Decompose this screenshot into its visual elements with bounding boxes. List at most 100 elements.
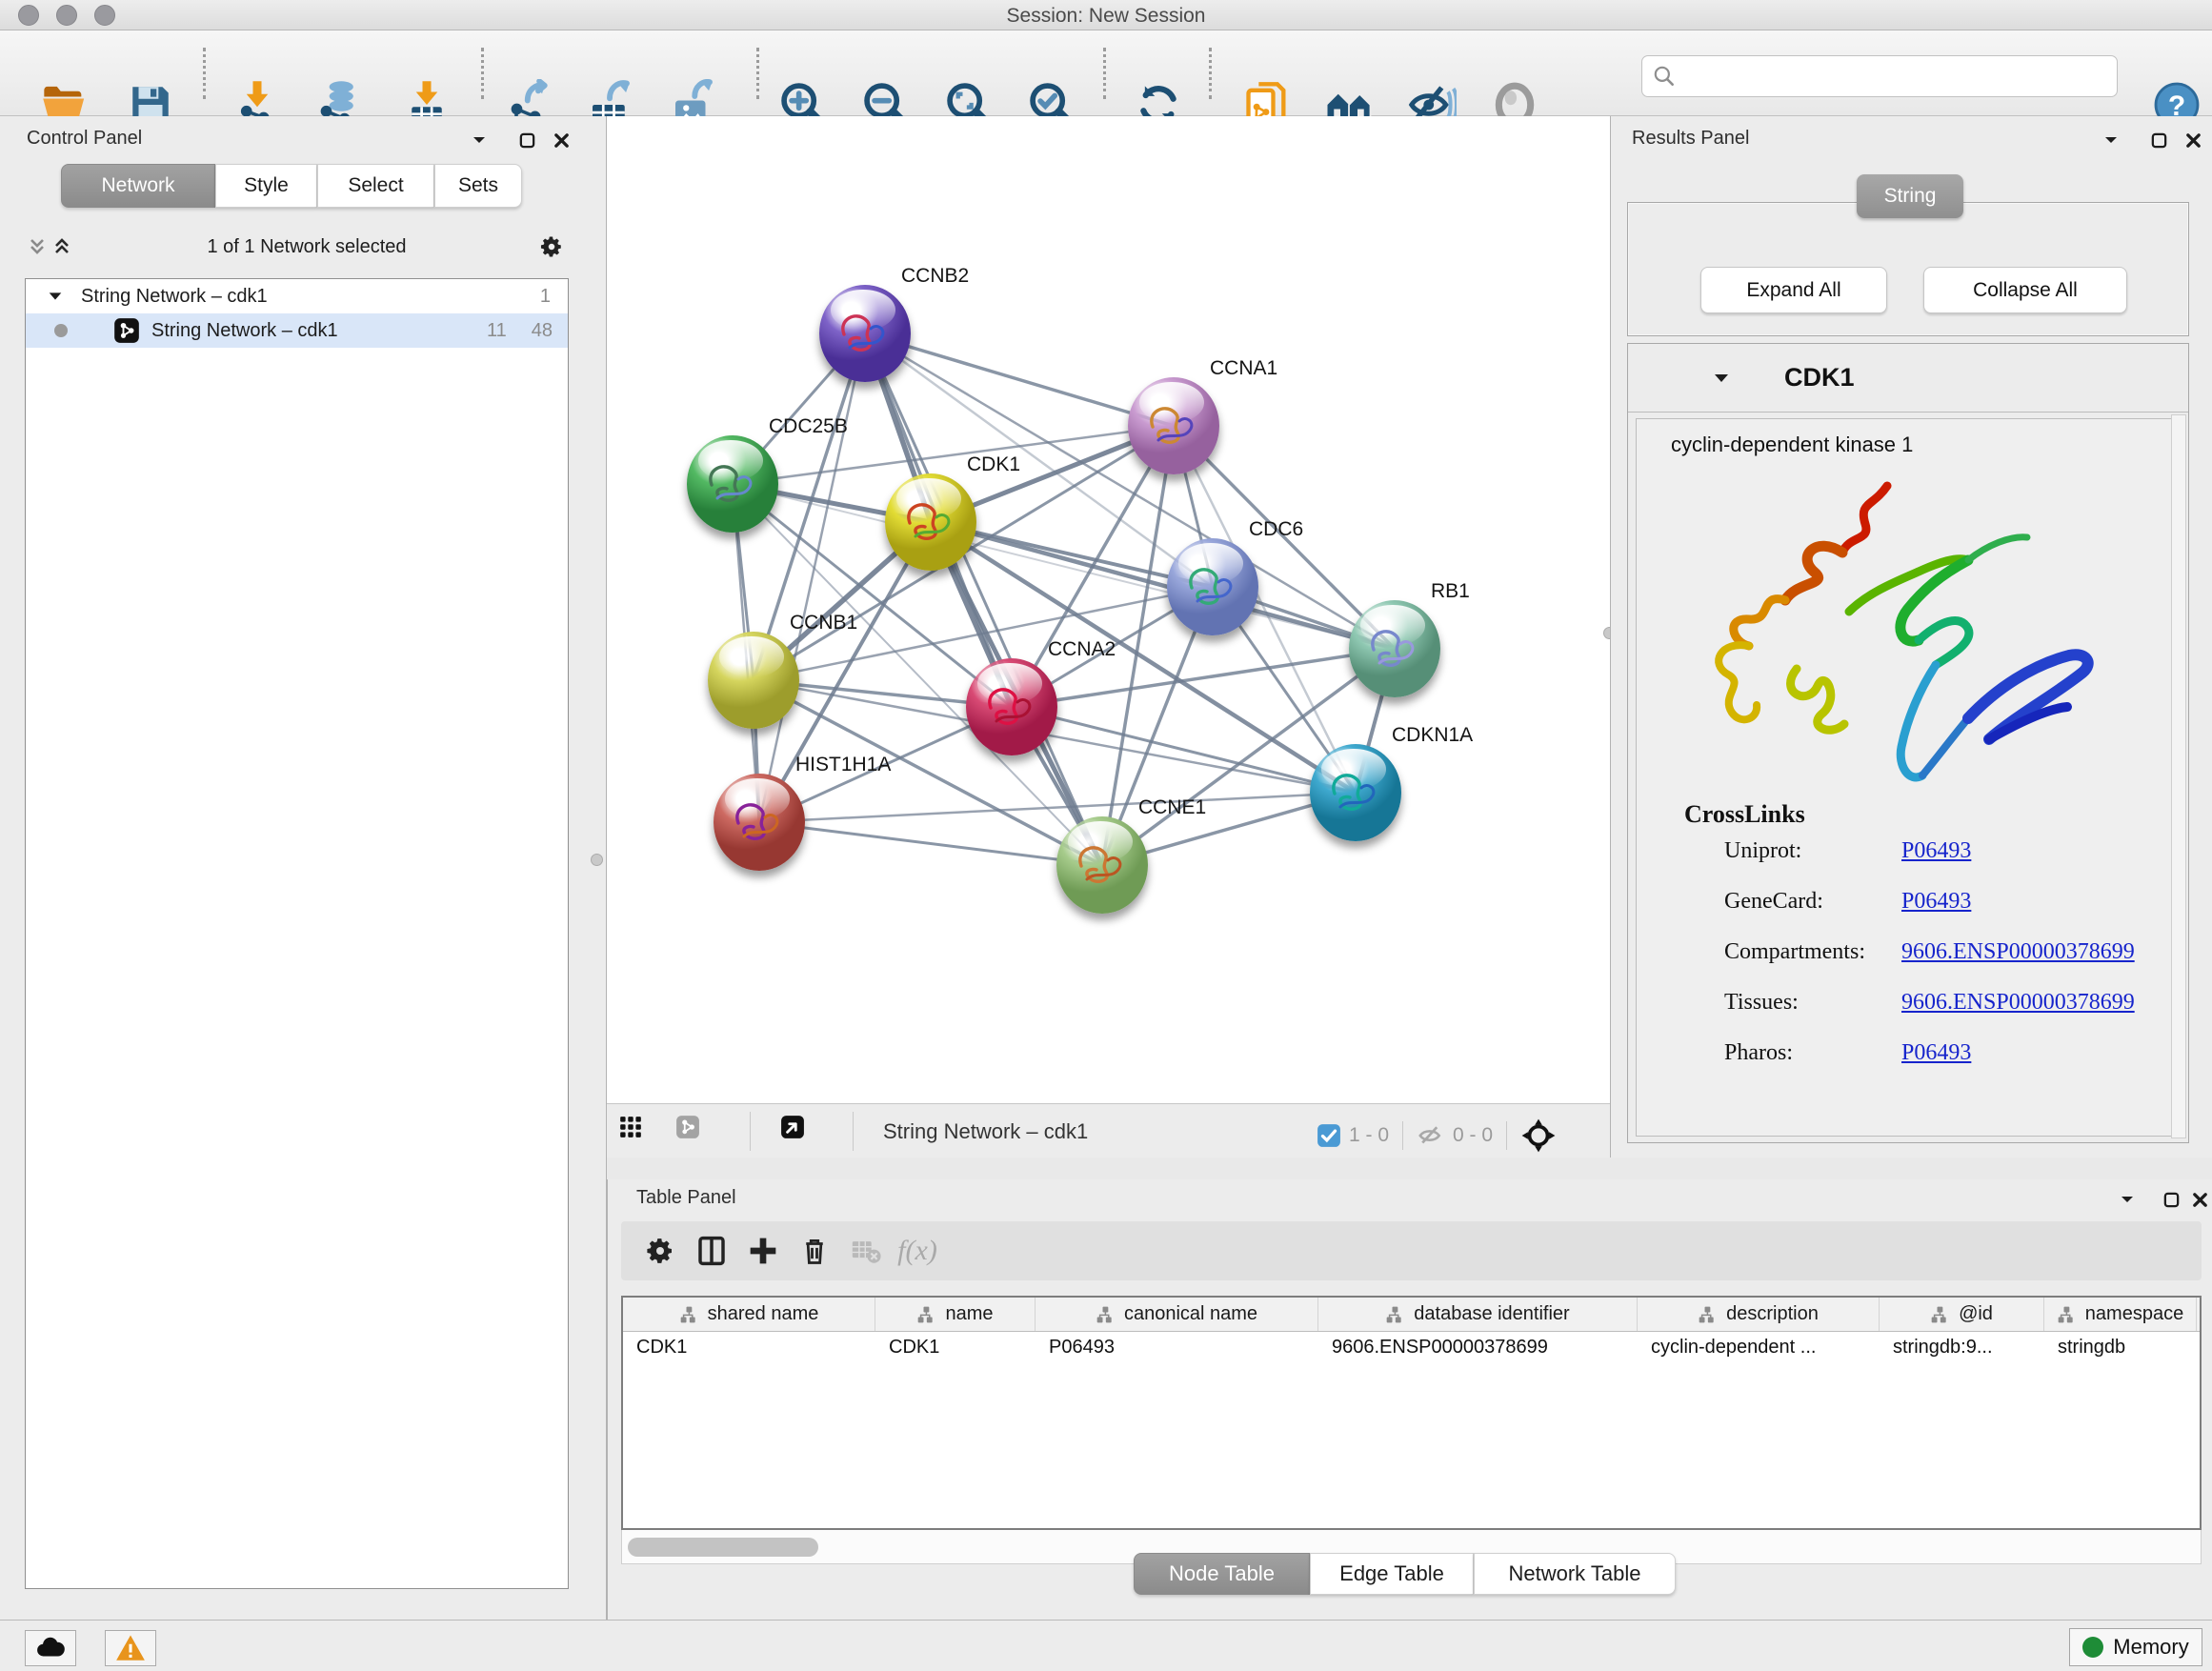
collapse-all-tree-icon[interactable]: [25, 234, 50, 259]
attribute-type-icon: [2057, 1305, 2076, 1324]
results-panel-close-icon[interactable]: [2181, 128, 2205, 152]
network-tree: String Network – cdk1 1 String Network –…: [25, 278, 569, 1589]
cell-canonical-name[interactable]: P06493: [1036, 1332, 1318, 1364]
search-input[interactable]: [1677, 66, 2096, 88]
window-titlebar: Session: New Session: [0, 0, 2212, 30]
table-panel-close-icon[interactable]: [2187, 1187, 2212, 1212]
control-panel-close-icon[interactable]: [549, 128, 573, 152]
cell-description[interactable]: cyclin-dependent ...: [1638, 1332, 1880, 1364]
tab-sets[interactable]: Sets: [434, 164, 522, 208]
node-rb1[interactable]: [1349, 600, 1440, 697]
section-collapse-icon[interactable]: [1712, 369, 1731, 388]
edge-count: 48: [532, 320, 553, 342]
column-header--id[interactable]: @id: [1880, 1298, 2044, 1331]
delete-column-icon[interactable]: [789, 1229, 840, 1273]
column-header-database-identifier[interactable]: database identifier: [1318, 1298, 1638, 1331]
tab-select[interactable]: Select: [317, 164, 434, 208]
table-row[interactable]: CDK1CDK1P064939606.ENSP00000378699cyclin…: [623, 1332, 2200, 1364]
column-header-namespace[interactable]: namespace: [2044, 1298, 2197, 1331]
column-header-description[interactable]: description: [1638, 1298, 1880, 1331]
node-cdkn1a[interactable]: [1310, 744, 1401, 841]
network-options-gear-icon[interactable]: [539, 234, 564, 259]
node-cdk1[interactable]: [885, 473, 976, 571]
expand-all-button[interactable]: Expand All: [1700, 267, 1887, 313]
show-columns-icon[interactable]: [686, 1229, 737, 1273]
tab-node-table[interactable]: Node Table: [1134, 1553, 1310, 1595]
delete-table-icon[interactable]: [840, 1229, 892, 1273]
selected-checkbox-icon[interactable]: [1317, 1123, 1341, 1148]
control-panel-collapse-icon[interactable]: [467, 128, 492, 152]
cell--id[interactable]: stringdb:9...: [1880, 1332, 2044, 1364]
node-ccna1[interactable]: [1128, 377, 1219, 474]
results-panel-collapse-icon[interactable]: [2099, 128, 2123, 152]
cell-database-identifier[interactable]: 9606.ENSP00000378699: [1318, 1332, 1638, 1364]
network-thumbnail-icon[interactable]: [675, 1115, 700, 1139]
detach-view-icon[interactable]: [780, 1115, 805, 1139]
attribute-type-icon: [679, 1305, 698, 1324]
node-ccne1[interactable]: [1056, 816, 1148, 914]
network-canvas[interactable]: CCNB2CCNA1CDC25BCDK1CDC6RB1CCNB1CCNA2CDK…: [607, 116, 1610, 1103]
horizontal-splitter[interactable]: [607, 1158, 2212, 1179]
node-cdc6[interactable]: [1167, 538, 1258, 635]
node-label-cdkn1a: CDKN1A: [1392, 724, 1473, 747]
fit-content-crosshair-icon[interactable]: [1520, 1117, 1557, 1154]
expand-all-tree-icon[interactable]: [50, 234, 74, 259]
crosslink-link[interactable]: P06493: [1901, 838, 1971, 864]
function-builder-icon[interactable]: f(x): [892, 1229, 943, 1273]
column-header-shared-name[interactable]: shared name: [623, 1298, 875, 1331]
tab-edge-table[interactable]: Edge Table: [1310, 1553, 1474, 1595]
network-row[interactable]: String Network – cdk1 11 48: [26, 313, 568, 348]
attribute-type-icon: [1385, 1305, 1404, 1324]
toolbar-separator: [756, 48, 759, 99]
tab-style[interactable]: Style: [215, 164, 317, 208]
node-ccna2[interactable]: [966, 658, 1057, 755]
protein-ribbon-thumbnail: [1072, 839, 1131, 893]
grid-view-icon[interactable]: [618, 1115, 643, 1139]
collection-name: String Network – cdk1: [81, 286, 268, 308]
status-bar: Memory: [0, 1620, 2212, 1671]
node-cdc25b[interactable]: [687, 435, 778, 533]
table-settings-gear-icon[interactable]: [634, 1229, 686, 1273]
left-splitter-handle[interactable]: [591, 854, 603, 866]
column-header-canonical-name[interactable]: canonical name: [1036, 1298, 1318, 1331]
table-panel-float-icon[interactable]: [2159, 1187, 2183, 1212]
tab-string[interactable]: String: [1857, 174, 1963, 218]
separator: [853, 1112, 854, 1151]
crosslink-link[interactable]: 9606.ENSP00000378699: [1901, 990, 2135, 1016]
cell-shared-name[interactable]: CDK1: [623, 1332, 875, 1364]
cell-namespace[interactable]: stringdb: [2044, 1332, 2197, 1364]
tab-network[interactable]: Network: [61, 164, 215, 208]
network-collection-row[interactable]: String Network – cdk1 1: [26, 279, 568, 313]
node-label-ccnb1: CCNB1: [790, 612, 857, 634]
results-panel-float-icon[interactable]: [2146, 128, 2171, 152]
search-box[interactable]: [1641, 55, 2118, 97]
node-section-header[interactable]: CDK1: [1628, 344, 2188, 413]
node-label-rb1: RB1: [1431, 580, 1470, 603]
tab-network-table[interactable]: Network Table: [1474, 1553, 1676, 1595]
node-table[interactable]: shared namenamecanonical namedatabase id…: [621, 1296, 2202, 1530]
warnings-button[interactable]: [105, 1630, 156, 1666]
collapse-all-button[interactable]: Collapse All: [1923, 267, 2127, 313]
crosslink-link[interactable]: P06493: [1901, 889, 1971, 915]
node-hist1h1a[interactable]: [714, 774, 805, 871]
tree-expand-icon[interactable]: [47, 288, 64, 305]
scrollbar-thumb[interactable]: [628, 1538, 818, 1557]
protein-ribbon-thumbnail: [981, 681, 1040, 735]
network-selection-summary: 1 of 1 Network selected: [74, 236, 539, 258]
table-panel-collapse-icon[interactable]: [2115, 1187, 2140, 1212]
results-scrollbar[interactable]: [2171, 414, 2186, 1138]
hidden-node-edge-count: 0 - 0: [1453, 1124, 1493, 1147]
memory-button[interactable]: Memory: [2069, 1628, 2202, 1666]
collection-count: 1: [540, 286, 551, 308]
column-header-name[interactable]: name: [875, 1298, 1036, 1331]
node-ccnb1[interactable]: [708, 632, 799, 729]
crosslink-link[interactable]: P06493: [1901, 1040, 1971, 1066]
node-ccnb2[interactable]: [819, 285, 911, 382]
results-panel: Results Panel Expand All Collapse All St…: [1610, 116, 2212, 1158]
cloud-status-button[interactable]: [25, 1630, 76, 1666]
string-network-icon: [113, 317, 140, 344]
crosslink-link[interactable]: 9606.ENSP00000378699: [1901, 939, 2135, 965]
add-column-icon[interactable]: [737, 1229, 789, 1273]
cell-name[interactable]: CDK1: [875, 1332, 1036, 1364]
control-panel-float-icon[interactable]: [514, 128, 539, 152]
